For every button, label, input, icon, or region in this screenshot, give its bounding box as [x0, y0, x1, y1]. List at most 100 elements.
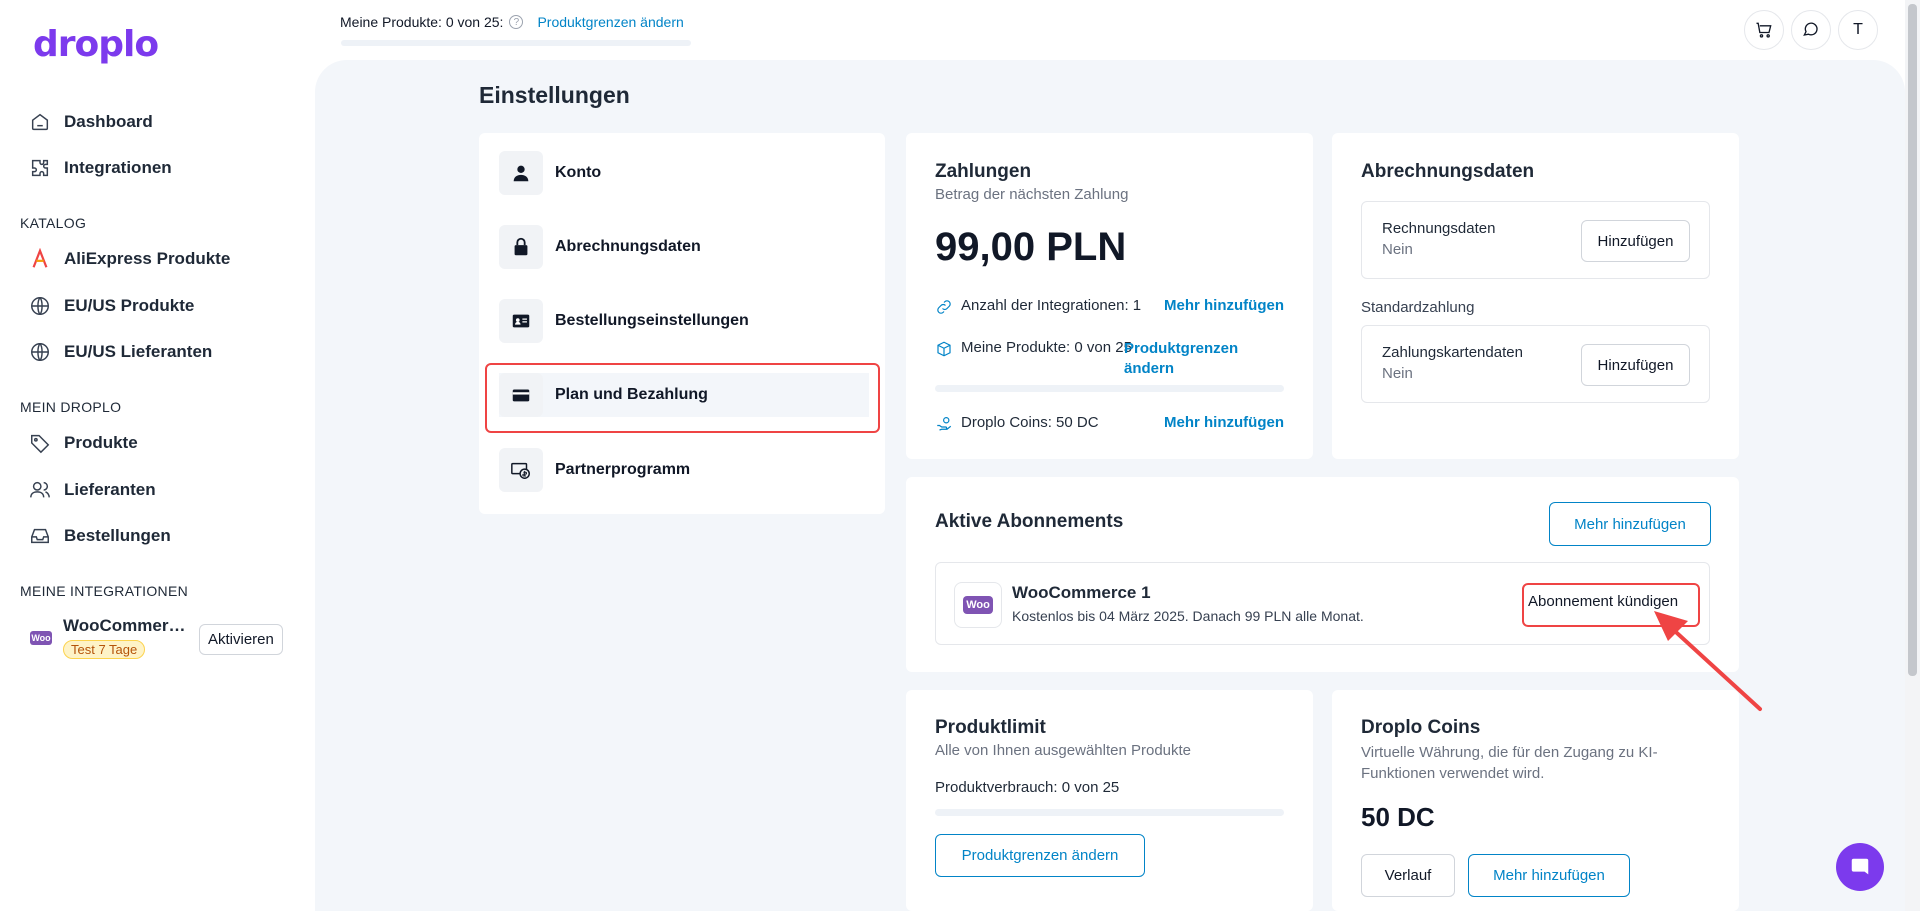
sidebar-item-label: Lieferanten	[64, 480, 156, 499]
cart-icon	[1756, 22, 1772, 38]
woocommerce-icon: Woo	[30, 631, 52, 645]
integrations-count-row: Anzahl der Integrationen: 1	[935, 297, 1141, 316]
products-count: Meine Produkte: 0 von 25:	[340, 14, 504, 30]
puzzle-icon	[28, 156, 52, 180]
settings-menu-plan-und-bezahlung[interactable]: Plan und Bezahlung	[499, 373, 869, 417]
settings-menu-konto[interactable]: Konto	[499, 151, 869, 195]
settings-menu-partnerprogramm[interactable]: Partnerprogramm	[499, 448, 869, 492]
user-avatar[interactable]: T	[1838, 10, 1878, 50]
scrollbar[interactable]	[1905, 0, 1920, 911]
subscription-name: WooCommerce 1	[1012, 583, 1151, 602]
chat-bubbles-icon	[1803, 22, 1818, 36]
settings-menu-label: Bestellungseinstellungen	[555, 312, 749, 329]
section-label-mein-droplo: MEIN DROPLO	[20, 399, 122, 415]
subscription-item: Woo WooCommerce 1 Kostenlos bis 04 März …	[935, 562, 1710, 645]
next-payment-amount: 99,00 PLN	[935, 225, 1127, 269]
inbox-icon	[28, 524, 52, 548]
scrollbar-thumb[interactable]	[1908, 4, 1917, 676]
add-integrations-link[interactable]: Mehr hinzufügen	[1164, 297, 1284, 314]
woocommerce-logo-icon: Woo	[954, 582, 1002, 628]
sidebar-item-label: Bestellungen	[64, 526, 171, 545]
add-invoice-data-button[interactable]: Hinzufügen	[1581, 220, 1690, 262]
sidebar-item-label: Dashboard	[64, 112, 153, 131]
coins-amount: 50 DC	[1361, 802, 1435, 832]
change-limits-link-payments[interactable]: Produktgrenzen ändern	[1124, 339, 1264, 379]
sidebar-item-produkte[interactable]: Produkte	[28, 426, 138, 460]
integration-name: WooCommerce 1	[63, 616, 193, 635]
settings-menu-label: Konto	[555, 164, 602, 181]
coins-hand-icon	[937, 417, 952, 431]
sidebar-item-bestellungen[interactable]: Bestellungen	[28, 519, 171, 553]
coins-history-button[interactable]: Verlauf	[1361, 854, 1455, 897]
section-label-meine-integrationen: MEINE INTEGRATIONEN	[20, 583, 189, 599]
card-data-box: Zahlungskartendaten Nein Hinzufügen	[1361, 325, 1710, 403]
chat-support-button[interactable]	[1791, 10, 1831, 50]
add-coins-link[interactable]: Mehr hinzufügen	[1164, 414, 1284, 431]
change-limits-link[interactable]: Produktgrenzen ändern	[537, 14, 683, 30]
droplo-logo[interactable]: droplo	[33, 24, 160, 65]
products-usage: Meine Produkte: 0 von 25	[961, 339, 1132, 356]
droplo-coins-card: Droplo Coins Virtuelle Währung, die für …	[1332, 690, 1739, 911]
link-icon	[937, 300, 951, 314]
card-data-value: Nein	[1382, 365, 1413, 382]
subscriptions-title: Aktive Abonnements	[935, 511, 1124, 532]
products-count-bar: Meine Produkte: 0 von 25: ? Produktgrenz…	[340, 14, 684, 30]
cart-button[interactable]	[1744, 10, 1784, 50]
sidebar-item-integrationen[interactable]: Integrationen	[28, 151, 172, 185]
card-data-label: Zahlungskartendaten	[1382, 344, 1523, 361]
product-usage-progress-bar	[935, 809, 1284, 816]
sidebar-item-lieferanten[interactable]: Lieferanten	[28, 473, 156, 507]
sidebar-item-label: Integrationen	[64, 158, 172, 177]
credit-card-icon	[499, 373, 543, 417]
woocommerce-logo-text: Woo	[963, 596, 993, 614]
default-payment-label: Standardzahlung	[1361, 299, 1475, 316]
sidebar-item-aliexpress[interactable]: AliExpress Produkte	[28, 242, 230, 276]
settings-menu-abrechnungsdaten[interactable]: Abrechnungsdaten	[499, 225, 869, 269]
settings-menu-label: Plan und Bezahlung	[555, 386, 708, 403]
sidebar-item-label: Produkte	[64, 433, 138, 452]
section-label-katalog: KATALOG	[20, 215, 87, 231]
sidebar-item-label: EU/US Produkte	[64, 296, 195, 315]
logo-part-a: dr	[33, 24, 76, 65]
integrations-count: Anzahl der Integrationen: 1	[961, 297, 1142, 314]
payments-card: Zahlungen Betrag der nächsten Zahlung 99…	[906, 133, 1313, 459]
help-icon[interactable]: ?	[509, 15, 524, 29]
coins-title: Droplo Coins	[1361, 717, 1481, 738]
sidebar-item-eu-us-produkte[interactable]: EU/US Produkte	[28, 289, 194, 323]
billing-card: Abrechnungsdaten Rechnungsdaten Nein Hin…	[1332, 133, 1739, 459]
billing-title: Abrechnungsdaten	[1361, 161, 1535, 182]
change-product-limits-button[interactable]: Produktgrenzen ändern	[935, 834, 1145, 877]
activate-button[interactable]: Aktivieren	[199, 624, 283, 655]
globe-icon	[28, 294, 52, 318]
sidebar-integration-woocommerce[interactable]: Woo WooCommerce 1 Test 7 Tage Aktivieren	[28, 616, 288, 664]
home-icon	[28, 110, 52, 134]
lock-icon	[499, 225, 543, 269]
chat-widget-button[interactable]	[1836, 843, 1884, 891]
money-icon	[499, 448, 543, 492]
sidebar: droplo Dashboard Integrationen KATALOG A…	[0, 0, 315, 911]
products-progress-bar	[935, 385, 1284, 392]
cancel-subscription-button[interactable]: Abonnement kündigen	[1528, 593, 1678, 610]
add-coins-button[interactable]: Mehr hinzufügen	[1468, 854, 1630, 897]
sidebar-item-dashboard[interactable]: Dashboard	[28, 105, 153, 139]
globe-icon	[28, 340, 52, 364]
add-card-data-button[interactable]: Hinzufügen	[1581, 344, 1690, 386]
payments-title: Zahlungen	[935, 161, 1032, 182]
sidebar-item-eu-us-lieferanten[interactable]: EU/US Lieferanten	[28, 335, 212, 369]
settings-menu-bestellungseinstellungen[interactable]: Bestellungseinstellungen	[499, 299, 869, 343]
sidebar-item-label: AliExpress Produkte	[64, 249, 231, 268]
top-products-progress	[341, 40, 691, 46]
settings-menu-card: Konto Abrechnungsdaten Bestellungseinste…	[479, 133, 885, 514]
payments-subtitle: Betrag der nächsten Zahlung	[935, 186, 1129, 203]
product-limit-title: Produktlimit	[935, 717, 1046, 738]
chat-icon	[1851, 858, 1869, 875]
add-subscription-button[interactable]: Mehr hinzufügen	[1549, 502, 1711, 546]
settings-menu-label: Abrechnungsdaten	[555, 238, 701, 255]
product-usage: Produktverbrauch: 0 von 25	[935, 779, 1120, 796]
box-icon	[937, 341, 951, 357]
products-row: Meine Produkte: 0 von 25	[935, 339, 1135, 358]
logo-part-b: oplo	[74, 24, 160, 65]
users-icon	[28, 478, 52, 502]
subscription-description: Kostenlos bis 04 März 2025. Danach 99 PL…	[1012, 608, 1364, 624]
invoice-data-box: Rechnungsdaten Nein Hinzufügen	[1361, 201, 1710, 279]
